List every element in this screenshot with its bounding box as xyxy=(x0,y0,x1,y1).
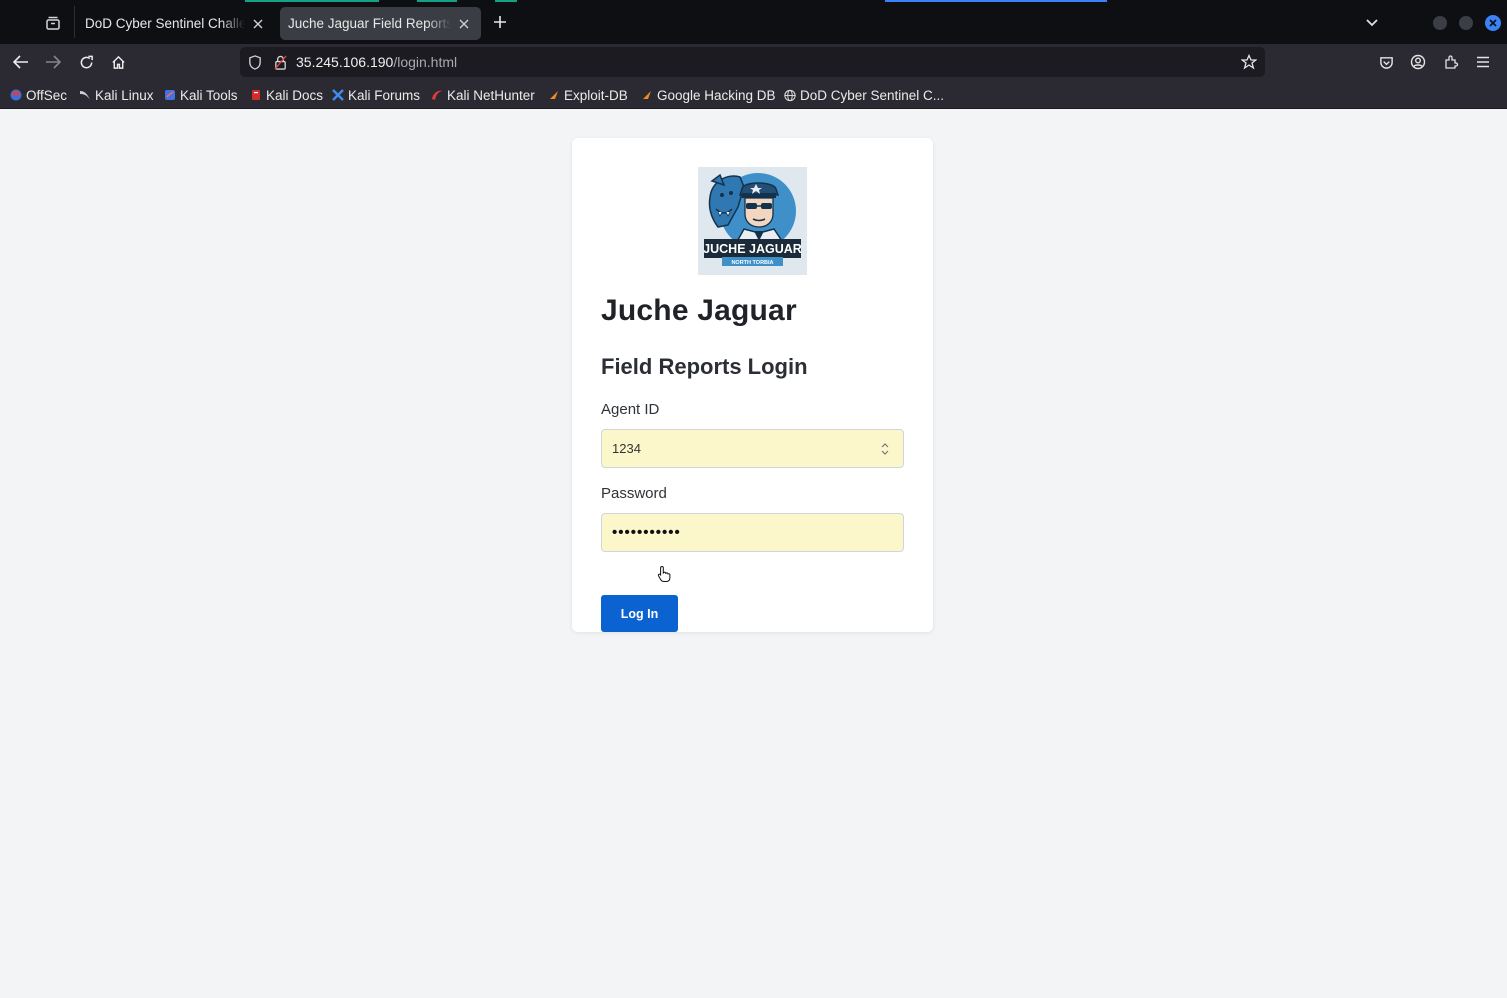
hand-cursor-icon xyxy=(657,565,671,582)
password-input[interactable]: ••••••••••• xyxy=(601,513,904,552)
offsec-icon xyxy=(10,89,22,101)
juche-jaguar-logo: JUCHE JAGUAR NORTH TORBIA xyxy=(698,167,807,275)
globe-icon xyxy=(784,89,796,101)
jaguar-officer-emblem-icon: JUCHE JAGUAR NORTH TORBIA xyxy=(698,167,807,275)
bookmark-kali-nethunter[interactable]: Kali NetHunter xyxy=(431,86,535,104)
bookmark-label: Kali NetHunter xyxy=(447,87,535,103)
agent-id-input[interactable]: 1234 xyxy=(601,429,904,468)
bookmark-google-hacking-db[interactable]: Google Hacking DB xyxy=(641,86,776,104)
password-mask: ••••••••••• xyxy=(612,524,681,541)
tab-label: DoD Cyber Sentinel Challeng xyxy=(85,16,245,31)
minimize-button[interactable] xyxy=(1433,16,1447,30)
forward-button[interactable] xyxy=(40,50,66,74)
logo-text-sub: NORTH TORBIA xyxy=(731,260,773,266)
new-tab-button[interactable] xyxy=(488,10,512,34)
bookmark-dod-cyber-sentinel[interactable]: DoD Cyber Sentinel C... xyxy=(784,86,944,104)
tab-label: Juche Jaguar Field Reports – xyxy=(288,16,451,31)
bookmark-label: Kali Linux xyxy=(95,87,154,103)
bookmarks-toolbar: OffSec Kali Linux Kali Tools Kali Docs K… xyxy=(0,80,1507,109)
close-icon[interactable] xyxy=(457,17,471,31)
arrow-right-icon xyxy=(46,55,61,69)
pocket-icon xyxy=(1379,56,1393,69)
tab-juche-jaguar[interactable]: Juche Jaguar Field Reports – xyxy=(280,7,481,40)
url-bar[interactable]: 35.245.106.190/login.html xyxy=(240,47,1265,77)
bookmark-kali-docs[interactable]: Kali Docs xyxy=(250,86,323,104)
back-button[interactable] xyxy=(8,50,34,74)
number-stepper[interactable] xyxy=(879,441,891,457)
bookmark-label: OffSec xyxy=(26,87,68,103)
pocket-button[interactable] xyxy=(1376,52,1396,72)
login-card: JUCHE JAGUAR NORTH TORBIA Juche Jaguar F… xyxy=(572,138,933,632)
brand-title: Juche Jaguar xyxy=(601,294,797,327)
close-icon xyxy=(1489,19,1497,27)
maximize-button[interactable] xyxy=(1459,16,1473,30)
bookmark-label: Exploit-DB xyxy=(564,87,628,103)
menu-button[interactable] xyxy=(1473,52,1493,72)
lock-icon[interactable] xyxy=(272,54,288,70)
account-button[interactable] xyxy=(1408,52,1428,72)
puzzle-icon xyxy=(1445,55,1459,69)
kali-dragon-icon xyxy=(79,89,91,101)
form-title: Field Reports Login xyxy=(601,354,808,379)
login-button[interactable]: Log In xyxy=(601,595,678,632)
tab-accent xyxy=(245,0,379,2)
bookmark-label: Google Hacking DB xyxy=(657,87,776,103)
bookmark-exploit-db[interactable]: Exploit-DB xyxy=(548,86,628,104)
bookmark-star-icon[interactable] xyxy=(1241,54,1257,70)
bookmark-label: DoD Cyber Sentinel C... xyxy=(800,87,945,103)
tab-strip: DoD Cyber Sentinel Challeng Juche Jaguar… xyxy=(0,0,1507,44)
logo-text-main: JUCHE JAGUAR xyxy=(703,242,802,256)
password-label: Password xyxy=(601,485,667,502)
reload-icon xyxy=(80,55,93,68)
extensions-button[interactable] xyxy=(1441,52,1461,72)
bookmark-kali-tools[interactable]: Kali Tools xyxy=(164,86,238,104)
nethunter-icon xyxy=(431,89,443,101)
stepper-arrows-icon xyxy=(881,443,889,455)
url-text[interactable]: 35.245.106.190/login.html xyxy=(296,54,457,70)
tab-accent xyxy=(495,0,517,2)
arrow-left-icon xyxy=(13,55,28,69)
tab-list-button[interactable] xyxy=(36,8,70,38)
bookmark-label: Kali Forums xyxy=(348,87,421,103)
kali-tools-icon xyxy=(164,89,176,101)
bookmark-offsec[interactable]: OffSec xyxy=(10,86,67,104)
chevron-down-icon xyxy=(1366,19,1378,27)
agent-id-value: 1234 xyxy=(612,441,641,456)
kali-forums-icon xyxy=(332,89,344,101)
navigation-toolbar: 35.245.106.190/login.html xyxy=(0,44,1507,80)
bookmark-label: Kali Docs xyxy=(266,87,324,103)
hamburger-icon xyxy=(1477,56,1489,68)
ghdb-icon xyxy=(641,89,653,101)
bookmark-kali-forums[interactable]: Kali Forums xyxy=(332,86,420,104)
bookmark-kali-linux[interactable]: Kali Linux xyxy=(79,86,154,104)
account-icon xyxy=(1410,54,1426,70)
page-viewport: JUCHE JAGUAR NORTH TORBIA Juche Jaguar F… xyxy=(0,109,1507,998)
shield-icon[interactable] xyxy=(247,54,263,70)
bookmark-label: Kali Tools xyxy=(180,87,238,103)
exploit-db-icon xyxy=(548,89,560,101)
close-icon[interactable] xyxy=(251,17,265,31)
url-path: /login.html xyxy=(393,54,458,70)
window-close-button[interactable] xyxy=(1485,15,1501,31)
tab-dod-cyber-sentinel[interactable]: DoD Cyber Sentinel Challeng xyxy=(77,7,275,40)
list-all-tabs-button[interactable] xyxy=(1360,12,1384,34)
agent-id-label: Agent ID xyxy=(601,401,660,418)
tab-accent xyxy=(417,0,457,2)
url-host: 35.245.106.190 xyxy=(296,54,394,70)
home-button[interactable] xyxy=(105,50,131,74)
reload-button[interactable] xyxy=(73,50,99,74)
tabs-icon xyxy=(46,16,60,30)
kali-docs-icon xyxy=(250,89,262,101)
tab-separator xyxy=(74,6,75,38)
tab-accent xyxy=(885,0,1107,2)
home-icon xyxy=(111,55,125,69)
plus-icon xyxy=(494,16,506,28)
